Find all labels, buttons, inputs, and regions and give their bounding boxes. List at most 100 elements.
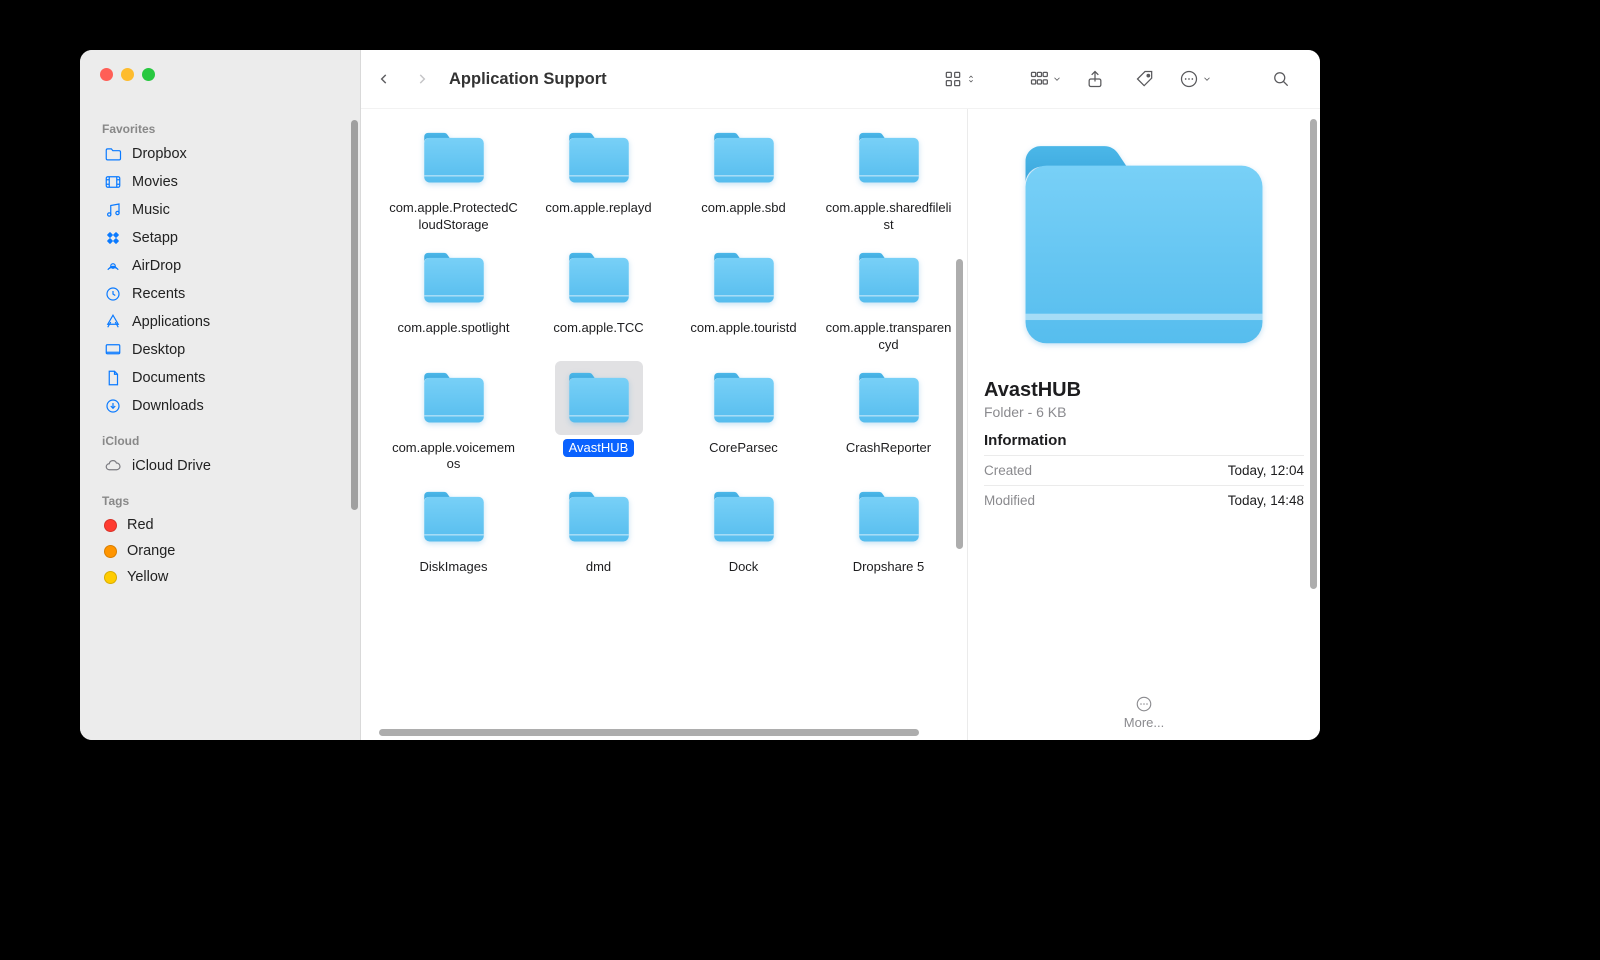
tag-dot-icon bbox=[104, 545, 117, 558]
window-controls bbox=[80, 50, 360, 108]
actions-button[interactable] bbox=[1174, 65, 1216, 93]
search-icon bbox=[1271, 69, 1291, 89]
file-item-label: Dock bbox=[723, 558, 765, 577]
info-row: CreatedToday, 12:04 bbox=[984, 455, 1304, 485]
sidebar-item[interactable]: Orange bbox=[94, 538, 348, 564]
sidebar-item[interactable]: Setapp bbox=[94, 224, 348, 252]
preview-pane: AvastHUB Folder - 6 KB Information Creat… bbox=[967, 109, 1320, 740]
toolbar: Application Support bbox=[361, 50, 1320, 109]
file-item-label: dmd bbox=[580, 558, 617, 577]
file-item-label: com.apple.touristd bbox=[684, 319, 802, 338]
downloads-icon bbox=[104, 397, 122, 415]
more-icon bbox=[1179, 69, 1199, 89]
file-item[interactable]: com.apple.TCC bbox=[526, 241, 671, 355]
file-item[interactable]: com.apple.replayd bbox=[526, 121, 671, 235]
finder-window: FavoritesDropboxMoviesMusicSetappAirDrop… bbox=[80, 50, 1320, 740]
file-grid-area[interactable]: com.apple.ProtectedCloudStoragecom.apple… bbox=[361, 109, 967, 740]
file-scrollbar[interactable] bbox=[956, 259, 963, 549]
info-header: Information bbox=[984, 432, 1304, 449]
content-row: com.apple.ProtectedCloudStoragecom.apple… bbox=[361, 109, 1320, 740]
file-item[interactable]: com.apple.transparencyd bbox=[816, 241, 961, 355]
tag-icon bbox=[1135, 69, 1155, 89]
folder-icon bbox=[104, 145, 122, 163]
tags-button[interactable] bbox=[1124, 65, 1166, 93]
group-by-button[interactable] bbox=[1024, 65, 1066, 93]
file-item-label: Dropshare 5 bbox=[847, 558, 931, 577]
folder-icon bbox=[410, 121, 498, 195]
maximize-button[interactable] bbox=[142, 68, 155, 81]
file-item-label: com.apple.ProtectedCloudStorage bbox=[383, 199, 525, 235]
folder-icon bbox=[410, 480, 498, 554]
file-item[interactable]: com.apple.sbd bbox=[671, 121, 816, 235]
chevron-down-icon bbox=[1052, 74, 1062, 84]
file-item[interactable]: CoreParsec bbox=[671, 361, 816, 475]
preview-subtitle: Folder - 6 KB bbox=[984, 404, 1304, 420]
share-button[interactable] bbox=[1074, 65, 1116, 93]
desktop-icon bbox=[104, 341, 122, 359]
grid-icon bbox=[943, 69, 963, 89]
minimize-button[interactable] bbox=[121, 68, 134, 81]
info-value: Today, 14:48 bbox=[1228, 493, 1304, 508]
sidebar-item[interactable]: Documents bbox=[94, 364, 348, 392]
chevron-down-icon bbox=[1202, 74, 1212, 84]
sidebar-item[interactable]: Dropbox bbox=[94, 140, 348, 168]
window-title: Application Support bbox=[449, 70, 607, 89]
documents-icon bbox=[104, 369, 122, 387]
sidebar-item[interactable]: Music bbox=[94, 196, 348, 224]
file-item[interactable]: com.apple.voicememos bbox=[381, 361, 526, 475]
search-button[interactable] bbox=[1260, 65, 1302, 93]
file-h-scrollbar[interactable] bbox=[379, 729, 919, 736]
close-button[interactable] bbox=[100, 68, 113, 81]
file-item[interactable]: dmd bbox=[526, 480, 671, 577]
sidebar-item-label: Dropbox bbox=[132, 146, 187, 162]
folder-icon bbox=[410, 241, 498, 315]
file-item[interactable]: com.apple.ProtectedCloudStorage bbox=[381, 121, 526, 235]
view-mode-button[interactable] bbox=[938, 65, 980, 93]
group-icon bbox=[1029, 69, 1049, 89]
sidebar-scrollbar[interactable] bbox=[351, 120, 358, 510]
back-button[interactable] bbox=[369, 65, 399, 93]
info-row: ModifiedToday, 14:48 bbox=[984, 485, 1304, 515]
file-item[interactable]: Dropshare 5 bbox=[816, 480, 961, 577]
folder-icon bbox=[700, 241, 788, 315]
sidebar-item[interactable]: Red bbox=[94, 512, 348, 538]
folder-icon bbox=[845, 241, 933, 315]
file-item-label: com.apple.TCC bbox=[547, 319, 649, 338]
folder-icon bbox=[700, 361, 788, 435]
sidebar-item[interactable]: Recents bbox=[94, 280, 348, 308]
file-item[interactable]: com.apple.sharedfilelist bbox=[816, 121, 961, 235]
file-item[interactable]: com.apple.touristd bbox=[671, 241, 816, 355]
sidebar-item[interactable]: Yellow bbox=[94, 564, 348, 590]
movies-icon bbox=[104, 173, 122, 191]
file-item-label: CrashReporter bbox=[840, 439, 937, 458]
sidebar-list: FavoritesDropboxMoviesMusicSetappAirDrop… bbox=[80, 108, 360, 740]
preview-icon bbox=[999, 131, 1289, 361]
forward-button[interactable] bbox=[407, 65, 437, 93]
sidebar-item[interactable]: Applications bbox=[94, 308, 348, 336]
folder-icon bbox=[700, 121, 788, 195]
file-item-label: DiskImages bbox=[414, 558, 494, 577]
preview-scrollbar[interactable] bbox=[1310, 119, 1317, 589]
sidebar-item[interactable]: Downloads bbox=[94, 392, 348, 420]
sidebar-item[interactable]: AirDrop bbox=[94, 252, 348, 280]
file-item[interactable]: Dock bbox=[671, 480, 816, 577]
file-item[interactable]: DiskImages bbox=[381, 480, 526, 577]
sidebar-item-label: Movies bbox=[132, 174, 178, 190]
file-item-label: com.apple.voicememos bbox=[383, 439, 525, 475]
sidebar-item-label: Downloads bbox=[132, 398, 204, 414]
sidebar-item[interactable]: iCloud Drive bbox=[94, 452, 348, 480]
folder-icon bbox=[555, 121, 643, 195]
more-button[interactable]: More... bbox=[984, 695, 1304, 734]
main-pane: Application Support com.apple.Protec bbox=[361, 50, 1320, 740]
file-item[interactable]: com.apple.spotlight bbox=[381, 241, 526, 355]
sidebar: FavoritesDropboxMoviesMusicSetappAirDrop… bbox=[80, 50, 361, 740]
sidebar-item-label: Yellow bbox=[127, 569, 168, 585]
file-item[interactable]: AvastHUB bbox=[526, 361, 671, 475]
sidebar-item[interactable]: Movies bbox=[94, 168, 348, 196]
share-icon bbox=[1085, 69, 1105, 89]
file-item[interactable]: CrashReporter bbox=[816, 361, 961, 475]
file-item-label: com.apple.sharedfilelist bbox=[818, 199, 960, 235]
updown-icon bbox=[966, 74, 976, 84]
folder-icon bbox=[555, 480, 643, 554]
sidebar-item[interactable]: Desktop bbox=[94, 336, 348, 364]
